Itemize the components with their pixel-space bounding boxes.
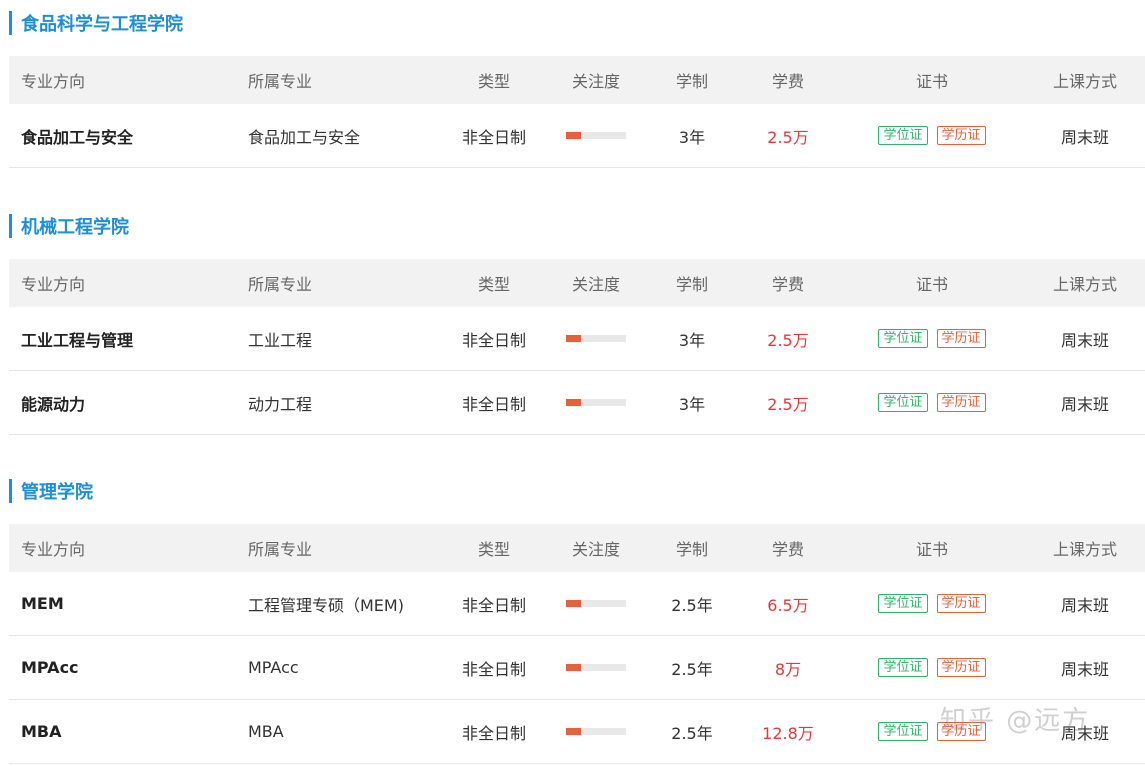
row-duration: 2.5年 (671, 659, 713, 679)
header-class-mode: 上课方式 (1052, 540, 1117, 559)
header-type: 类型 (477, 540, 510, 559)
row-direction[interactable]: 能源动力 (9, 391, 248, 415)
row-fee: 6.5万 (767, 595, 809, 615)
row-direction[interactable]: MBA (9, 722, 248, 741)
diploma-certificate-tag: 学历证 (936, 329, 986, 348)
attention-bar (566, 335, 626, 342)
section-mechanical-engineering: 机械工程学院 专业方向 所属专业 类型 关注度 学制 学费 证书 上课方式 工业… (9, 214, 1145, 435)
row-duration: 3年 (678, 127, 706, 147)
section-management: 管理学院 专业方向 所属专业 类型 关注度 学制 学费 证书 上课方式 MEM … (9, 479, 1145, 764)
attention-bar (566, 132, 626, 139)
header-certificate: 证书 (915, 72, 948, 91)
row-major: 动力工程 (248, 394, 313, 414)
row-major: 食品加工与安全 (248, 127, 361, 147)
degree-certificate-tag: 学位证 (878, 722, 928, 741)
row-type: 非全日制 (461, 595, 526, 615)
header-major: 所属专业 (248, 275, 313, 294)
header-major: 所属专业 (248, 72, 313, 91)
attention-bar (566, 728, 626, 735)
attention-bar-fill (566, 728, 581, 735)
row-fee: 2.5万 (767, 394, 809, 414)
header-fee: 学费 (771, 540, 804, 559)
table-row[interactable]: 工业工程与管理 工业工程 非全日制 3年 2.5万 学位证 学历证 周末班 (9, 307, 1145, 371)
attention-bar-fill (566, 335, 581, 342)
row-class-mode: 周末班 (1060, 595, 1109, 615)
row-fee: 12.8万 (762, 723, 814, 743)
table-row[interactable]: MBA MBA 非全日制 2.5年 12.8万 学位证 学历证 周末班 (9, 700, 1145, 764)
row-type: 非全日制 (461, 723, 526, 743)
header-class-mode: 上课方式 (1052, 275, 1117, 294)
row-direction[interactable]: MEM (9, 594, 248, 613)
row-direction[interactable]: 工业工程与管理 (9, 327, 248, 351)
header-fee: 学费 (771, 275, 804, 294)
header-class-mode: 上课方式 (1052, 72, 1117, 91)
row-direction[interactable]: 食品加工与安全 (9, 124, 248, 148)
header-attention: 关注度 (571, 275, 620, 294)
section-title: 机械工程学院 (9, 214, 1145, 238)
header-duration: 学制 (675, 72, 708, 91)
table-header: 专业方向 所属专业 类型 关注度 学制 学费 证书 上课方式 (9, 56, 1145, 104)
table-row[interactable]: 食品加工与安全 食品加工与安全 非全日制 3年 2.5万 学位证 学历证 周末班 (9, 104, 1145, 168)
row-duration: 2.5年 (671, 723, 713, 743)
header-certificate: 证书 (915, 275, 948, 294)
attention-bar-fill (566, 664, 581, 671)
degree-certificate-tag: 学位证 (878, 658, 928, 677)
table-header: 专业方向 所属专业 类型 关注度 学制 学费 证书 上课方式 (9, 524, 1145, 572)
diploma-certificate-tag: 学历证 (936, 393, 986, 412)
table-header: 专业方向 所属专业 类型 关注度 学制 学费 证书 上课方式 (9, 259, 1145, 307)
attention-bar-fill (566, 399, 581, 406)
header-major: 所属专业 (248, 540, 313, 559)
row-major: 工程管理专硕（MEM) (248, 595, 404, 615)
header-duration: 学制 (675, 540, 708, 559)
attention-bar (566, 664, 626, 671)
degree-certificate-tag: 学位证 (878, 126, 928, 145)
diploma-certificate-tag: 学历证 (936, 722, 986, 741)
table-row[interactable]: MPAcc MPAcc 非全日制 2.5年 8万 学位证 学历证 周末班 (9, 636, 1145, 700)
table-row[interactable]: 能源动力 动力工程 非全日制 3年 2.5万 学位证 学历证 周末班 (9, 371, 1145, 435)
row-fee: 2.5万 (767, 330, 809, 350)
diploma-certificate-tag: 学历证 (936, 126, 986, 145)
degree-certificate-tag: 学位证 (878, 594, 928, 613)
attention-bar (566, 399, 626, 406)
row-class-mode: 周末班 (1060, 330, 1109, 350)
row-duration: 2.5年 (671, 595, 713, 615)
header-type: 类型 (477, 72, 510, 91)
row-type: 非全日制 (461, 330, 526, 350)
attention-bar (566, 600, 626, 607)
row-direction[interactable]: MPAcc (9, 658, 248, 677)
diploma-certificate-tag: 学历证 (936, 594, 986, 613)
row-duration: 3年 (678, 330, 706, 350)
row-class-mode: 周末班 (1060, 394, 1109, 414)
row-type: 非全日制 (461, 659, 526, 679)
section-title: 管理学院 (9, 479, 1145, 503)
header-direction: 专业方向 (21, 72, 86, 91)
section-food-science: 食品科学与工程学院 专业方向 所属专业 类型 关注度 学制 学费 证书 上课方式… (9, 11, 1145, 168)
header-duration: 学制 (675, 275, 708, 294)
header-certificate: 证书 (915, 540, 948, 559)
section-title: 食品科学与工程学院 (9, 11, 1145, 35)
degree-certificate-tag: 学位证 (878, 393, 928, 412)
row-class-mode: 周末班 (1060, 659, 1109, 679)
row-class-mode: 周末班 (1060, 723, 1109, 743)
degree-certificate-tag: 学位证 (878, 329, 928, 348)
header-attention: 关注度 (571, 540, 620, 559)
row-major: MBA (248, 722, 284, 741)
row-major: MPAcc (248, 658, 299, 677)
row-class-mode: 周末班 (1060, 127, 1109, 147)
row-fee: 8万 (774, 659, 802, 679)
header-fee: 学费 (771, 72, 804, 91)
row-major: 工业工程 (248, 330, 313, 350)
attention-bar-fill (566, 132, 581, 139)
row-type: 非全日制 (461, 127, 526, 147)
attention-bar-fill (566, 600, 581, 607)
row-duration: 3年 (678, 394, 706, 414)
header-direction: 专业方向 (21, 275, 86, 294)
header-direction: 专业方向 (21, 540, 86, 559)
table-row[interactable]: MEM 工程管理专硕（MEM) 非全日制 2.5年 6.5万 学位证 学历证 周… (9, 572, 1145, 636)
header-type: 类型 (477, 275, 510, 294)
diploma-certificate-tag: 学历证 (936, 658, 986, 677)
row-fee: 2.5万 (767, 127, 809, 147)
row-type: 非全日制 (461, 394, 526, 414)
header-attention: 关注度 (571, 72, 620, 91)
